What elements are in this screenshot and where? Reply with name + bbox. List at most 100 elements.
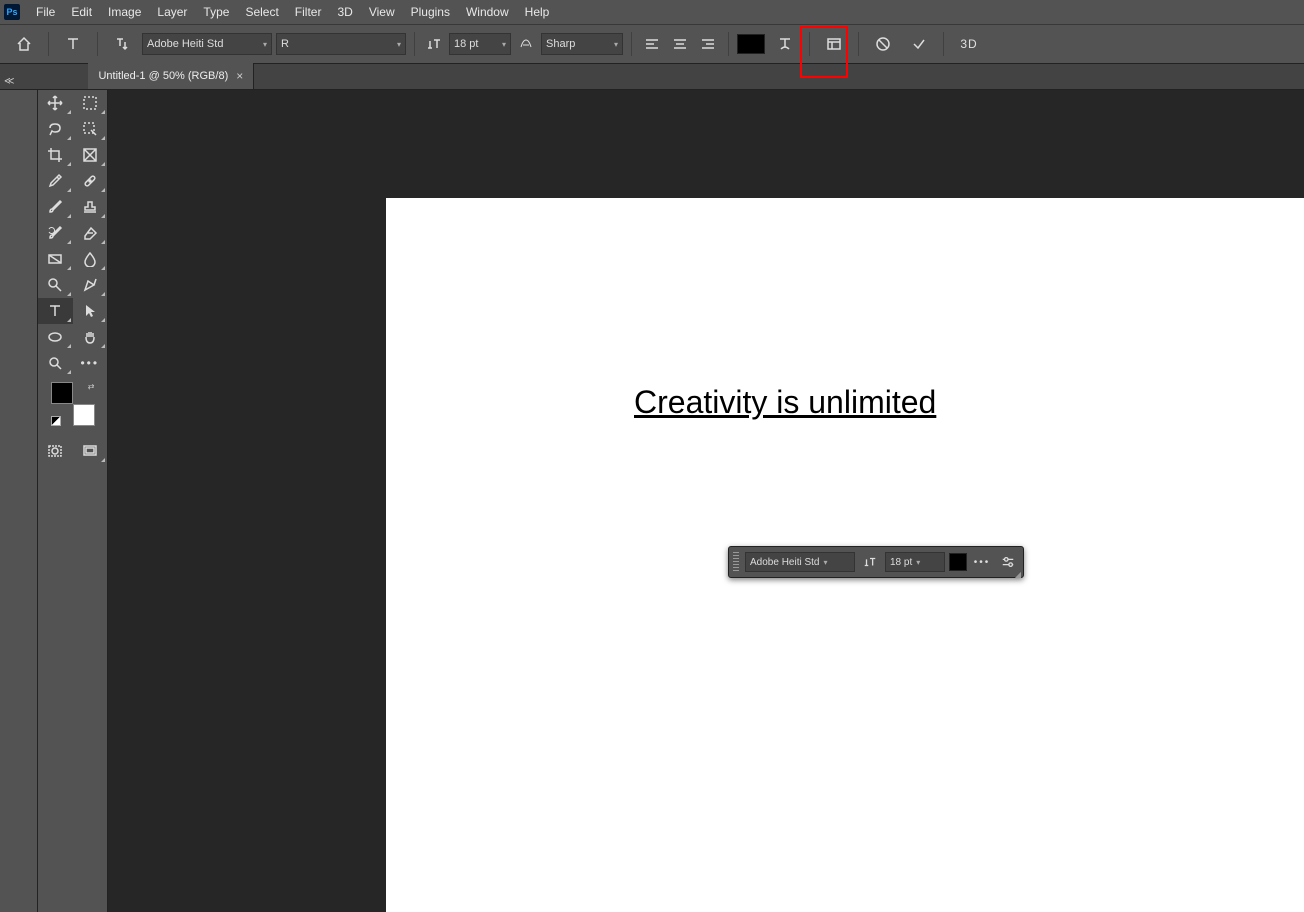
move-tool[interactable] xyxy=(38,90,73,116)
menu-select[interactable]: Select xyxy=(237,1,286,23)
antialias-icon-button[interactable] xyxy=(515,30,537,58)
antialias-icon xyxy=(518,36,534,52)
collapsed-panel[interactable] xyxy=(0,90,38,912)
frame-icon xyxy=(82,147,98,163)
close-icon[interactable]: × xyxy=(236,69,243,83)
history-brush-icon xyxy=(47,225,63,241)
menu-edit[interactable]: Edit xyxy=(63,1,100,23)
foreground-color[interactable] xyxy=(51,382,73,404)
type-tool[interactable] xyxy=(38,298,73,324)
more-tools[interactable]: ••• xyxy=(73,350,108,376)
swap-colors-icon[interactable]: ⇄ xyxy=(88,382,95,391)
float-font-size-icon xyxy=(859,551,881,573)
text-orientation-button[interactable] xyxy=(106,30,138,58)
history-brush-tool[interactable] xyxy=(38,220,73,246)
chevron-down-icon: ▾ xyxy=(916,558,920,567)
menu-image[interactable]: Image xyxy=(100,1,149,23)
float-more-button[interactable]: ••• xyxy=(971,551,993,573)
stamp-tool[interactable] xyxy=(73,194,108,220)
font-size-icon xyxy=(426,36,442,52)
zoom-icon xyxy=(47,355,63,371)
tool-preset-button[interactable] xyxy=(57,30,89,58)
brush-tool[interactable] xyxy=(38,194,73,220)
crop-tool[interactable] xyxy=(38,142,73,168)
eraser-tool[interactable] xyxy=(73,220,108,246)
chevron-down-icon: ▾ xyxy=(397,40,401,49)
eraser-icon xyxy=(82,225,98,241)
pen-icon xyxy=(82,277,98,293)
lasso-tool[interactable] xyxy=(38,116,73,142)
menu-window[interactable]: Window xyxy=(458,1,517,23)
font-family-value: Adobe Heiti Std xyxy=(147,38,223,50)
align-right-icon xyxy=(700,36,716,52)
path-select-tool[interactable] xyxy=(73,298,108,324)
align-right-button[interactable] xyxy=(696,30,720,58)
quick-select-tool[interactable] xyxy=(73,116,108,142)
hand-tool[interactable] xyxy=(73,324,108,350)
eyedropper-tool[interactable] xyxy=(38,168,73,194)
grip-icon[interactable] xyxy=(733,552,739,572)
app-icon: Ps xyxy=(4,4,20,20)
menu-help[interactable]: Help xyxy=(517,1,558,23)
floating-type-bar[interactable]: Adobe Heiti Std ▾ 18 pt ▾ ••• ◢ xyxy=(728,546,1024,578)
menu-view[interactable]: View xyxy=(361,1,403,23)
divider xyxy=(858,32,859,56)
divider xyxy=(728,32,729,56)
frame-tool[interactable] xyxy=(73,142,108,168)
align-left-button[interactable] xyxy=(640,30,664,58)
menu-file[interactable]: File xyxy=(28,1,63,23)
float-font-size-value: 18 pt xyxy=(890,557,912,568)
zoom-tool[interactable] xyxy=(38,350,73,376)
font-style-dropdown[interactable]: R ▾ xyxy=(276,33,406,55)
commit-button[interactable] xyxy=(903,30,935,58)
float-font-size-dropdown[interactable]: 18 pt ▾ xyxy=(885,552,945,572)
canvas-area[interactable]: Creativity is unlimited Adobe Heiti Std … xyxy=(108,90,1304,912)
tools-panel: ••• ⇄ xyxy=(38,90,108,912)
warp-text-button[interactable] xyxy=(769,30,801,58)
color-swatches[interactable]: ⇄ xyxy=(51,382,95,426)
background-color[interactable] xyxy=(73,404,95,426)
menu-filter[interactable]: Filter xyxy=(287,1,330,23)
dodge-tool[interactable] xyxy=(38,272,73,298)
chevron-down-icon: ▾ xyxy=(824,558,828,567)
collapse-panels-icon[interactable]: ≪ xyxy=(0,74,18,89)
blur-tool[interactable] xyxy=(73,246,108,272)
character-panel-button[interactable] xyxy=(818,30,850,58)
pen-tool[interactable] xyxy=(73,272,108,298)
document-tab[interactable]: Untitled-1 @ 50% (RGB/8) × xyxy=(88,63,254,89)
text-color-swatch[interactable] xyxy=(737,34,765,54)
menu-layer[interactable]: Layer xyxy=(149,1,195,23)
font-size-value: 18 pt xyxy=(454,38,478,50)
healing-tool[interactable] xyxy=(73,168,108,194)
menu-plugins[interactable]: Plugins xyxy=(403,1,458,23)
default-colors-icon[interactable] xyxy=(51,416,61,426)
home-button[interactable] xyxy=(8,30,40,58)
screenmode-tool[interactable] xyxy=(73,438,108,464)
lasso-icon xyxy=(47,121,63,137)
stamp-icon xyxy=(82,199,98,215)
type-icon xyxy=(65,36,81,52)
marquee-tool[interactable] xyxy=(73,90,108,116)
home-icon xyxy=(16,36,32,52)
drop-icon xyxy=(82,251,98,267)
quickmask-tool[interactable] xyxy=(38,438,73,464)
text-layer[interactable]: Creativity is unlimited xyxy=(634,384,936,421)
panel-icon xyxy=(826,36,842,52)
font-family-dropdown[interactable]: Adobe Heiti Std ▾ xyxy=(142,33,272,55)
resize-nub-icon[interactable]: ◢ xyxy=(1015,570,1021,579)
dodge-icon xyxy=(47,277,63,293)
align-center-button[interactable] xyxy=(668,30,692,58)
font-size-icon-button[interactable] xyxy=(423,30,445,58)
float-font-family-dropdown[interactable]: Adobe Heiti Std ▾ xyxy=(745,552,855,572)
main-area: ••• ⇄ Creativity is unlimited Adobe Heit… xyxy=(0,90,1304,912)
font-size-dropdown[interactable]: 18 pt ▾ xyxy=(449,33,511,55)
cancel-button[interactable] xyxy=(867,30,899,58)
gradient-tool[interactable] xyxy=(38,246,73,272)
float-color-swatch[interactable] xyxy=(949,553,967,571)
threed-button[interactable]: 3D xyxy=(952,30,986,58)
menu-type[interactable]: Type xyxy=(195,1,237,23)
shape-tool[interactable] xyxy=(38,324,73,350)
tab-row: ≪ Untitled-1 @ 50% (RGB/8) × xyxy=(0,64,1304,90)
antialias-dropdown[interactable]: Sharp ▾ xyxy=(541,33,623,55)
menu-3d[interactable]: 3D xyxy=(329,1,360,23)
